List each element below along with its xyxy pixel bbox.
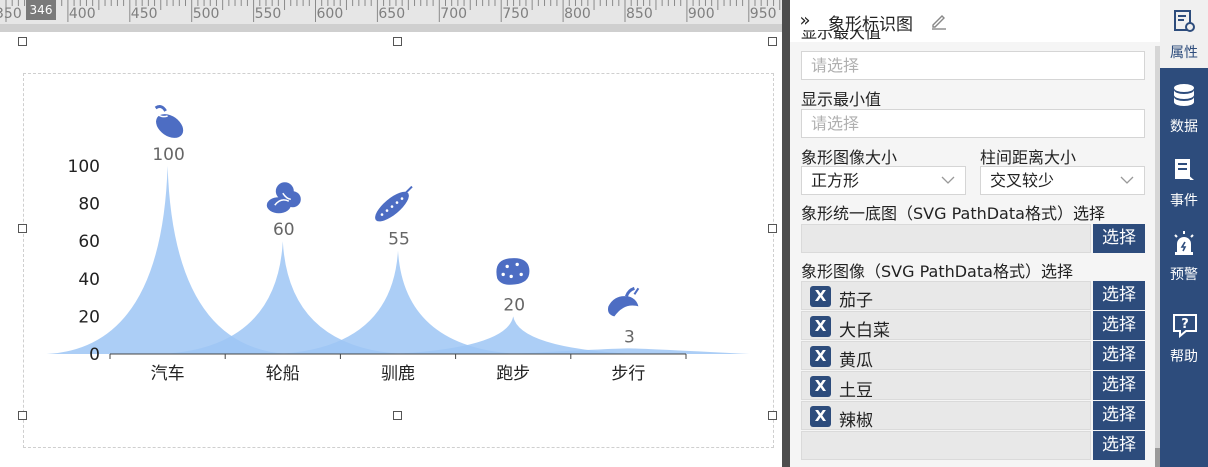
base-image-select-button[interactable]: 选择 bbox=[1093, 224, 1145, 253]
min-value-input[interactable]: 请选择 bbox=[801, 109, 1145, 138]
toolbar-label: 属性 bbox=[1170, 45, 1198, 61]
y-tick-label: 100 bbox=[68, 157, 100, 177]
bar-gap-select[interactable]: 交叉较少 bbox=[980, 166, 1145, 195]
y-tick-label: 80 bbox=[78, 195, 100, 215]
data-label: 3 bbox=[624, 327, 635, 347]
y-tick-label: 20 bbox=[78, 307, 100, 327]
y-tick-label: 60 bbox=[78, 232, 100, 252]
ruler-tick-label: 900 bbox=[687, 6, 715, 22]
toolbar-label: 事件 bbox=[1170, 193, 1198, 209]
x-tick-label: 驯鹿 bbox=[381, 364, 415, 384]
ruler-tick-label: 700 bbox=[440, 6, 468, 22]
remove-image-icon[interactable]: X bbox=[810, 316, 831, 337]
horizontal-ruler: 350400450500550600650700750800850900950 … bbox=[0, 0, 782, 24]
base-image-field[interactable] bbox=[801, 224, 1091, 253]
x-tick-label: 汽车 bbox=[151, 364, 185, 384]
image-item-select-button[interactable]: 选择 bbox=[1093, 281, 1145, 310]
image-item-row: X 茄子 bbox=[801, 281, 1091, 311]
x-tick-label: 步行 bbox=[611, 364, 645, 384]
bar-gap-value: 交叉较少 bbox=[990, 171, 1055, 190]
eggplant-icon bbox=[154, 105, 184, 138]
data-label: 20 bbox=[503, 295, 525, 315]
image-item-select-button[interactable]: 选择 bbox=[1093, 311, 1145, 340]
chevron-down-icon bbox=[1120, 176, 1134, 184]
toolbar-label: 预警 bbox=[1170, 267, 1198, 283]
max-value-input[interactable]: 请选择 bbox=[801, 51, 1145, 80]
remove-image-icon[interactable]: X bbox=[810, 346, 831, 367]
event-icon bbox=[1175, 159, 1194, 180]
remove-image-icon[interactable]: X bbox=[810, 406, 831, 427]
image-item-select-button[interactable]: 选择 bbox=[1093, 371, 1145, 400]
max-value-label: 显示最大值 bbox=[801, 30, 882, 42]
chevron-down-icon bbox=[941, 176, 955, 184]
properties-icon bbox=[1174, 10, 1195, 32]
y-tick-label: 0 bbox=[89, 345, 100, 365]
image-item-name: 黄瓜 bbox=[839, 351, 873, 371]
ruler-underline bbox=[0, 24, 782, 32]
image-item-name: 辣椒 bbox=[839, 411, 873, 431]
remove-image-icon[interactable]: X bbox=[810, 376, 831, 397]
x-tick-label: 轮船 bbox=[266, 364, 300, 384]
alarm-icon bbox=[1174, 231, 1194, 255]
image-item-select-button[interactable]: 选择 bbox=[1093, 341, 1145, 370]
image-item-row: X 黄瓜 bbox=[801, 341, 1091, 371]
panel-splitter[interactable] bbox=[782, 0, 790, 467]
image-size-select[interactable]: 正方形 bbox=[801, 166, 966, 195]
database-icon bbox=[1174, 84, 1194, 106]
toolbar-alarm[interactable]: 预警 bbox=[1160, 222, 1208, 290]
data-label: 60 bbox=[273, 220, 295, 240]
toolbar-label: 帮助 bbox=[1170, 349, 1198, 365]
ruler-position-badge: 346 bbox=[26, 0, 56, 20]
data-label: 55 bbox=[388, 230, 410, 250]
ruler-tick-label: 950 bbox=[749, 6, 777, 22]
ruler-tick-label: 500 bbox=[192, 6, 220, 22]
cucumber-icon bbox=[375, 185, 413, 222]
image-item-name: 土豆 bbox=[839, 381, 873, 401]
base-image-label: 象形统一底图（SVG PathData格式）选择 bbox=[801, 204, 1105, 223]
image-item-name: 大白菜 bbox=[839, 321, 890, 341]
toolbar-label: 数据 bbox=[1170, 119, 1198, 135]
ruler-tick-label: 350 bbox=[0, 6, 22, 22]
data-label: 100 bbox=[152, 145, 184, 165]
new-image-field[interactable] bbox=[801, 431, 1091, 460]
x-tick-label: 跑步 bbox=[496, 364, 530, 384]
y-tick-label: 40 bbox=[78, 270, 100, 290]
image-size-label: 象形图像大小 bbox=[801, 148, 898, 167]
image-item-row: X 辣椒 bbox=[801, 401, 1091, 431]
help-icon: ? bbox=[1173, 314, 1197, 339]
image-item-row: X 土豆 bbox=[801, 371, 1091, 401]
toolbar-properties[interactable]: 属性 bbox=[1160, 0, 1208, 68]
min-value-label: 显示最小值 bbox=[801, 90, 882, 109]
toolbar-event[interactable]: 事件 bbox=[1160, 148, 1208, 216]
ruler-tick-label: 650 bbox=[378, 6, 406, 22]
ruler-tick-label: 550 bbox=[254, 6, 282, 22]
svg-text:?: ? bbox=[1181, 317, 1189, 332]
ruler-tick-label: 600 bbox=[316, 6, 344, 22]
image-size-value: 正方形 bbox=[811, 171, 860, 190]
edit-pencil-icon[interactable] bbox=[930, 12, 948, 30]
toolbar-data[interactable]: 数据 bbox=[1160, 74, 1208, 142]
design-canvas[interactable]: 汽车 轮船 驯鹿 跑步 步行 0 20 40 60 80 100 100 60 55 20 3 bbox=[0, 32, 782, 467]
toolbar-help[interactable]: ? 帮助 bbox=[1160, 304, 1208, 372]
editor-window: 350400450500550600650700750800850900950 … bbox=[0, 0, 1208, 467]
ruler-tick-label: 400 bbox=[68, 6, 96, 22]
ruler-tick-label: 750 bbox=[502, 6, 529, 22]
ruler-tick-label: 850 bbox=[626, 6, 653, 22]
image-item-name: 茄子 bbox=[839, 291, 873, 311]
ruler-tick-label: 450 bbox=[130, 6, 158, 22]
cabbage-icon bbox=[266, 182, 301, 214]
image-item-select-button[interactable]: 选择 bbox=[1093, 401, 1145, 430]
image-item-row: X 大白菜 bbox=[801, 311, 1091, 341]
pictorial-bar-chart[interactable]: 汽车 轮船 驯鹿 跑步 步行 0 20 40 60 80 100 100 60 55 20 3 bbox=[0, 32, 782, 467]
ruler-tick-label: 800 bbox=[564, 6, 591, 22]
bar-gap-label: 柱间距离大小 bbox=[980, 148, 1077, 167]
new-image-select-button[interactable]: 选择 bbox=[1093, 431, 1145, 460]
images-label: 象形图像（SVG PathData格式）选择 bbox=[801, 262, 1073, 281]
remove-image-icon[interactable]: X bbox=[810, 286, 831, 307]
potato-icon bbox=[496, 258, 530, 285]
right-toolbar: 属性 数据 事件 预警 ? 帮助 bbox=[1160, 0, 1208, 467]
chili-pepper-icon bbox=[608, 286, 640, 317]
